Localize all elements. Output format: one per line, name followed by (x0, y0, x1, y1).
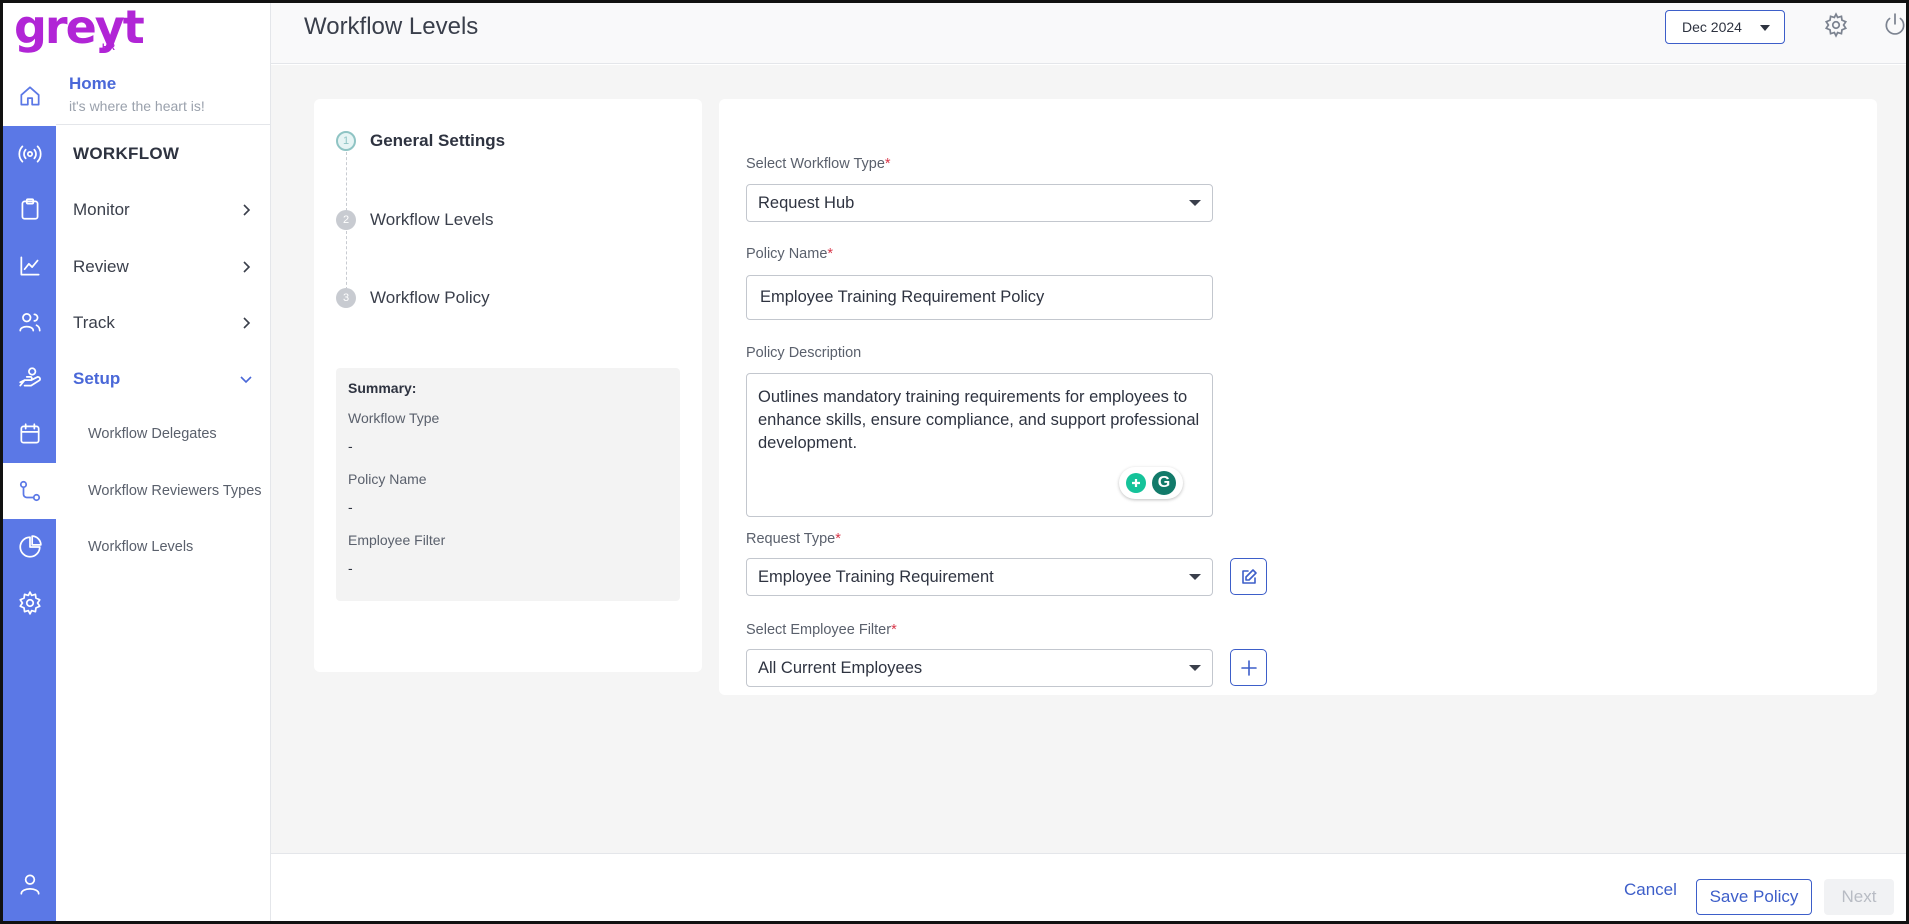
home-subtitle: it's where the heart is! (69, 98, 205, 114)
edit-icon (1241, 568, 1257, 584)
home-icon[interactable] (3, 68, 56, 124)
step-connector (346, 231, 347, 290)
step-label: Workflow Policy (370, 288, 490, 307)
sidebar-item-track[interactable]: Track (73, 308, 253, 338)
workflow-type-label: Select Workflow Type* (746, 156, 891, 172)
steps-card: 1 General Settings 2 Workflow Levels 3 W… (314, 99, 702, 672)
caret-down-icon (1760, 25, 1770, 31)
add-employee-filter-button[interactable] (1230, 649, 1267, 686)
people-icon[interactable] (3, 294, 56, 350)
form-card: Select Workflow Type* Request Hub Policy… (719, 99, 1877, 695)
chart-icon[interactable] (3, 238, 56, 294)
calendar-icon[interactable] (3, 406, 56, 462)
summary-label: Workflow Type (348, 410, 440, 426)
grammarly-widget[interactable]: G (1119, 467, 1183, 499)
step-number: 3 (336, 288, 356, 308)
period-dropdown[interactable]: Dec 2024 (1665, 10, 1785, 44)
sidebar-item-monitor[interactable]: Monitor (73, 195, 253, 225)
grammarly-icon: G (1152, 471, 1176, 495)
step-number: 1 (336, 131, 356, 151)
cancel-button[interactable]: Cancel (1624, 880, 1677, 900)
plus-icon (1240, 659, 1257, 676)
sidebar-item-setup[interactable]: Setup (73, 364, 253, 394)
save-policy-button[interactable]: Save Policy (1696, 879, 1812, 915)
step-number: 2 (336, 210, 356, 230)
section-title: WORKFLOW (73, 144, 180, 163)
employee-filter-select[interactable]: All Current Employees (746, 649, 1213, 687)
lightbulb-icon (1126, 473, 1146, 493)
summary-value: - (348, 560, 353, 576)
home-title: Home (69, 74, 117, 93)
policy-description-label: Policy Description (746, 345, 862, 361)
step-label: General Settings (370, 131, 506, 150)
pie-icon[interactable] (3, 519, 56, 575)
sidebar-subitem-workflow-levels[interactable]: Workflow Levels (88, 539, 193, 555)
gear-icon[interactable] (3, 575, 56, 631)
step-connector (346, 152, 347, 211)
step-general-settings[interactable]: 1 General Settings (336, 131, 505, 151)
summary-value: - (348, 438, 353, 454)
summary-value: - (348, 499, 353, 515)
user-icon[interactable] (3, 856, 56, 912)
policy-name-input[interactable] (746, 275, 1213, 320)
top-header: Workflow Levels Dec 2024 (271, 0, 1907, 64)
page-title: Workflow Levels (304, 13, 479, 40)
hand-icon[interactable] (3, 350, 56, 406)
step-workflow-levels[interactable]: 2 Workflow Levels (336, 210, 493, 230)
greythr-logo[interactable]: greyt HR (14, 0, 145, 56)
next-button[interactable]: Next (1824, 879, 1894, 915)
icon-rail (3, 0, 56, 924)
divider (56, 124, 270, 125)
sidebar-item-review[interactable]: Review (73, 252, 253, 282)
footer-bar: Cancel Save Policy Next (271, 853, 1907, 924)
chevron-down-icon (240, 376, 252, 384)
workflow-type-select[interactable]: Request Hub (746, 184, 1213, 222)
caret-down-icon (1189, 665, 1201, 671)
caret-down-icon (1189, 200, 1201, 206)
chevron-right-icon (243, 204, 251, 216)
summary-title: Summary: (348, 380, 417, 396)
request-type-label: Request Type* (746, 531, 841, 547)
summary-label: Employee Filter (348, 532, 446, 548)
summary-panel: Summary: Workflow Type - Policy Name - E… (336, 368, 680, 601)
employee-filter-label: Select Employee Filter* (746, 622, 897, 638)
sidebar-subitem-workflow-reviewers-types[interactable]: Workflow Reviewers Types (88, 483, 262, 499)
settings-icon[interactable] (1823, 12, 1853, 42)
edit-request-type-button[interactable] (1230, 558, 1267, 595)
step-workflow-policy[interactable]: 3 Workflow Policy (336, 288, 490, 308)
workflow-icon[interactable] (3, 463, 56, 519)
summary-label: Policy Name (348, 471, 427, 487)
sidebar: Home it's where the heart is! WORKFLOW M… (56, 0, 271, 924)
power-icon[interactable] (1882, 12, 1909, 42)
chevron-right-icon (243, 261, 251, 273)
broadcast-icon[interactable] (3, 126, 56, 182)
sidebar-subitem-workflow-delegates[interactable]: Workflow Delegates (88, 426, 217, 442)
home-link[interactable]: Home it's where the heart is! (69, 74, 205, 114)
request-type-select[interactable]: Employee Training Requirement (746, 558, 1213, 596)
chevron-right-icon (243, 317, 251, 329)
clipboard-icon[interactable] (3, 181, 56, 237)
policy-name-label: Policy Name* (746, 246, 834, 262)
caret-down-icon (1189, 574, 1201, 580)
main-content: 1 General Settings 2 Workflow Levels 3 W… (271, 65, 1907, 853)
step-label: Workflow Levels (370, 210, 494, 229)
